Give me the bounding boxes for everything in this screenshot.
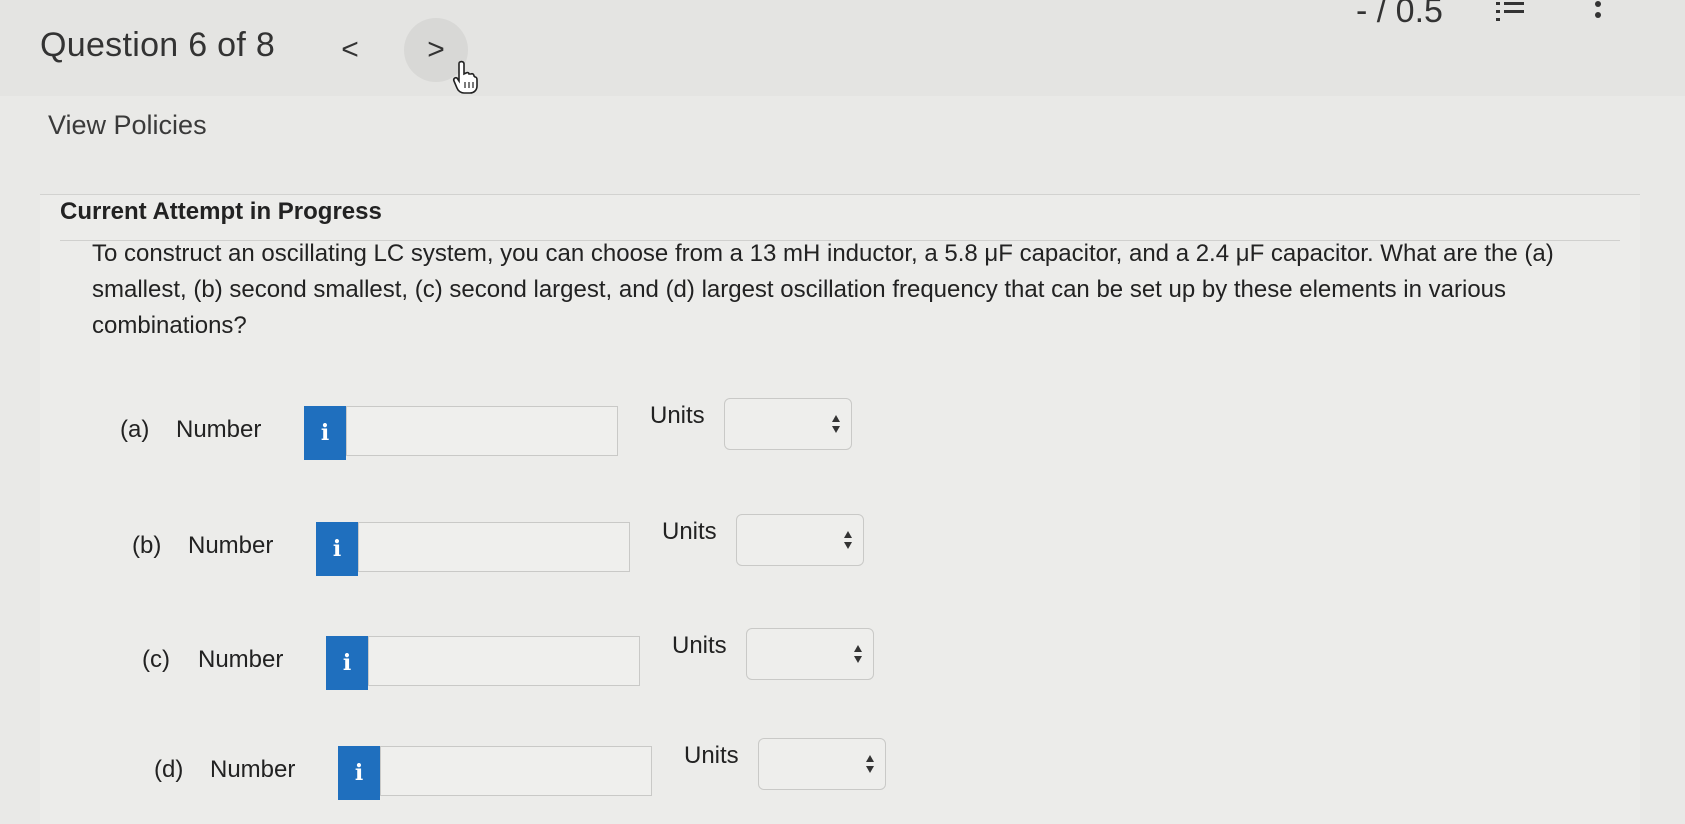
answer-row-d: (d) Number i Units xyxy=(154,738,954,804)
more-vertical-icon[interactable] xyxy=(1594,0,1602,22)
number-label: Number xyxy=(198,646,284,673)
previous-question-button[interactable]: < xyxy=(318,18,382,82)
part-label: (b) xyxy=(132,532,162,559)
units-select-a[interactable] xyxy=(724,398,852,450)
select-arrows-icon xyxy=(854,645,862,663)
info-button[interactable]: i xyxy=(338,746,380,800)
number-label: Number xyxy=(210,756,296,783)
units-label: Units xyxy=(684,742,739,769)
answer-row-b: (b) Number i Units xyxy=(132,514,932,580)
header-bar: Question 6 of 8 < > - / 0.5 xyxy=(0,0,1685,96)
units-select-d[interactable] xyxy=(758,738,886,790)
answer-row-a: (a) Number i Units xyxy=(120,398,920,464)
units-label: Units xyxy=(650,402,705,429)
units-select-b[interactable] xyxy=(736,514,864,566)
info-button[interactable]: i xyxy=(316,522,358,576)
number-label: Number xyxy=(188,532,274,559)
list-icon[interactable] xyxy=(1496,0,1524,22)
number-input-d[interactable] xyxy=(380,746,652,796)
score-display: - / 0.5 xyxy=(1356,0,1443,30)
select-arrows-icon xyxy=(832,415,840,433)
question-text: To construct an oscillating LC system, y… xyxy=(92,240,1554,339)
part-label: (a) xyxy=(120,416,150,443)
info-button[interactable]: i xyxy=(326,636,368,690)
answer-row-c: (c) Number i Units xyxy=(142,628,942,694)
units-label: Units xyxy=(662,518,717,545)
part-label: (d) xyxy=(154,756,184,783)
number-input-b[interactable] xyxy=(358,522,630,572)
info-button[interactable]: i xyxy=(304,406,346,460)
number-input-a[interactable] xyxy=(346,406,618,456)
hand-cursor-icon xyxy=(452,60,478,94)
units-select-c[interactable] xyxy=(746,628,874,680)
part-label: (c) xyxy=(142,646,170,673)
attempt-heading: Current Attempt in Progress xyxy=(60,198,382,225)
number-input-c[interactable] xyxy=(368,636,640,686)
select-arrows-icon xyxy=(844,531,852,549)
page: Question 6 of 8 < > - / 0.5 View Policie… xyxy=(0,0,1685,824)
units-label: Units xyxy=(672,632,727,659)
select-arrows-icon xyxy=(866,755,874,773)
question-title: Question 6 of 8 xyxy=(40,26,276,64)
view-policies-link[interactable]: View Policies xyxy=(48,110,207,141)
number-label: Number xyxy=(176,416,262,443)
